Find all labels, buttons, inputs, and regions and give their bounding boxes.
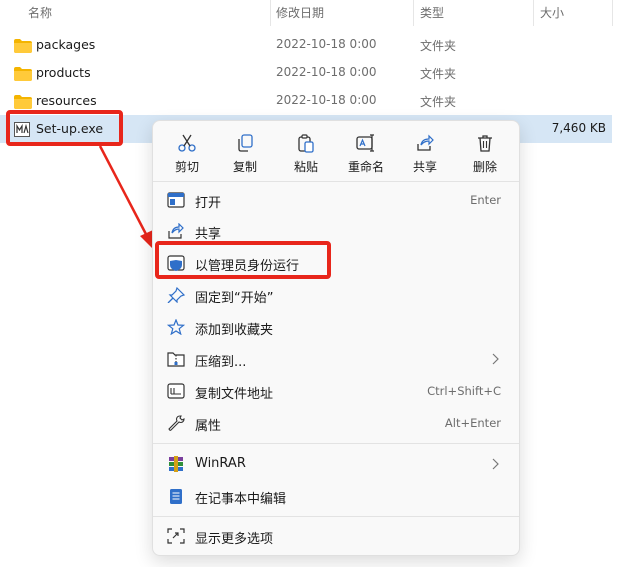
- menu-item-label: 压缩到...: [195, 355, 247, 370]
- column-divider[interactable]: [533, 0, 534, 26]
- menu-item-label: 在记事本中编辑: [195, 492, 287, 507]
- menu-item-winrar[interactable]: WinRAR: [159, 449, 513, 479]
- menu-item-label: 添加到收藏夹: [195, 323, 274, 338]
- file-row-packages[interactable]: packages 2022-10-18 0:00 文件夹: [0, 31, 612, 59]
- column-type-header[interactable]: 类型: [420, 4, 444, 21]
- sort-caret-icon: [140, 0, 148, 2]
- delete-label: 删除: [472, 160, 497, 174]
- rename-icon: [356, 134, 374, 152]
- folder-icon: [14, 67, 32, 81]
- menu-separator: [153, 443, 519, 444]
- menu-item-pin-to-start[interactable]: 固定到“开始”: [159, 280, 513, 310]
- file-row-products[interactable]: products 2022-10-18 0:00 文件夹: [0, 59, 612, 87]
- share-label: 共享: [412, 160, 437, 174]
- folder-icon: [14, 95, 32, 109]
- rename-label: 重命名: [347, 160, 384, 174]
- menu-item-label: WinRAR: [195, 456, 246, 471]
- folder-icon: [14, 39, 32, 53]
- file-type: 文件夹: [420, 95, 457, 109]
- menu-item-label: 打开: [195, 196, 222, 211]
- share-icon: [168, 223, 184, 239]
- menu-item-label: 复制文件地址: [195, 387, 274, 402]
- column-name-header[interactable]: 名称: [28, 4, 52, 21]
- rename-button[interactable]: 重命名: [338, 129, 394, 177]
- notepad-icon: [170, 489, 182, 504]
- menu-item-open[interactable]: 打开 Enter: [159, 185, 513, 215]
- file-type: 文件夹: [420, 67, 457, 81]
- paste-label: 粘贴: [293, 160, 318, 174]
- file-name: resources: [36, 93, 97, 108]
- share-button[interactable]: 共享: [397, 129, 453, 177]
- delete-button[interactable]: 删除: [457, 129, 513, 177]
- copy-path-icon: [167, 383, 185, 399]
- paste-button[interactable]: 粘贴: [278, 129, 334, 177]
- menu-item-copy-path[interactable]: 复制文件地址 Ctrl+Shift+C: [159, 376, 513, 406]
- column-divider[interactable]: [270, 0, 271, 26]
- copy-icon: [238, 134, 253, 152]
- column-divider[interactable]: [612, 0, 613, 26]
- menu-item-shortcut: Enter: [470, 193, 501, 207]
- cut-button[interactable]: 剪切: [159, 129, 215, 177]
- open-window-icon: [167, 192, 185, 208]
- menu-separator: [153, 181, 519, 182]
- column-divider[interactable]: [413, 0, 414, 26]
- context-menu: 剪切 复制 粘贴 重命名 共享 删除 打开 Enter 共享 以管理员身份运行 …: [152, 120, 520, 556]
- menu-item-label: 显示更多选项: [195, 532, 274, 547]
- menu-item-label: 固定到“开始”: [195, 291, 274, 306]
- column-header: 名称 修改日期 类型 大小: [0, 0, 635, 26]
- chevron-right-icon: [492, 458, 499, 470]
- file-date: 2022-10-18 0:00: [276, 93, 377, 107]
- menu-item-show-more-options[interactable]: 显示更多选项: [159, 521, 513, 551]
- file-type: 文件夹: [420, 39, 457, 53]
- chevron-right-icon: [492, 353, 499, 365]
- column-size-header[interactable]: 大小: [540, 4, 564, 21]
- wrench-icon: [168, 415, 185, 431]
- menu-item-edit-in-notepad[interactable]: 在记事本中编辑: [159, 481, 513, 511]
- file-date: 2022-10-18 0:00: [276, 65, 377, 79]
- file-name: packages: [36, 37, 96, 52]
- column-date-header[interactable]: 修改日期: [276, 4, 324, 21]
- file-size: 7,460 KB: [551, 121, 606, 135]
- cut-label: 剪切: [174, 160, 199, 174]
- file-date: 2022-10-18 0:00: [276, 37, 377, 51]
- winrar-icon: [169, 456, 183, 472]
- pin-icon: [167, 287, 185, 303]
- highlight-box-run-as-admin: [155, 241, 331, 279]
- menu-item-label: 属性: [195, 419, 222, 434]
- menu-item-shortcut: Ctrl+Shift+C: [427, 384, 501, 398]
- more-options-icon: [167, 528, 185, 544]
- menu-item-add-to-favorites[interactable]: 添加到收藏夹: [159, 312, 513, 342]
- menu-item-label: 共享: [195, 227, 222, 242]
- trash-icon: [478, 135, 492, 152]
- copy-label: 复制: [232, 160, 257, 174]
- menu-item-shortcut: Alt+Enter: [444, 416, 501, 430]
- menu-separator: [153, 516, 519, 517]
- file-name: products: [36, 65, 91, 80]
- menu-item-compress[interactable]: 压缩到...: [159, 344, 513, 374]
- paste-icon: [298, 134, 314, 153]
- zip-folder-icon: [167, 352, 185, 367]
- star-icon: [167, 319, 185, 335]
- menu-item-properties[interactable]: 属性 Alt+Enter: [159, 408, 513, 438]
- scissors-icon: [178, 134, 196, 152]
- share-icon: [417, 134, 434, 151]
- copy-button[interactable]: 复制: [217, 129, 273, 177]
